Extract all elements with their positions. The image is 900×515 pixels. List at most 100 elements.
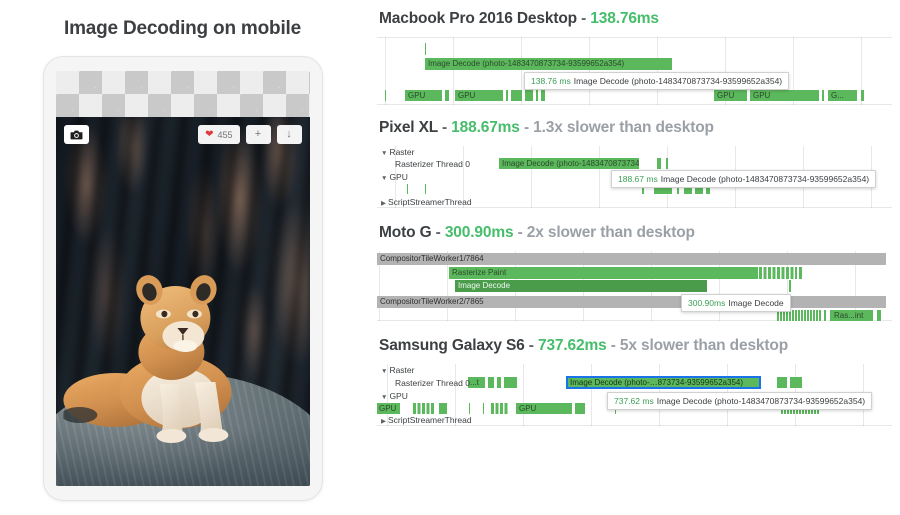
timeline-pixel-xl[interactable]: ▼ Raster Rasterizer Thread 0 ▼ GPU ▶ Script… bbox=[377, 146, 892, 208]
track-header-compositortileworker2[interactable]: CompositorTileWorker2/7865 bbox=[377, 296, 886, 308]
tooltip-text: Image Decode (photo-1483470873734-935996… bbox=[656, 395, 866, 406]
bar-image-decode[interactable]: Image Decode (photo-1483470873734-935996… bbox=[425, 58, 673, 70]
gpu-bar-segments[interactable] bbox=[491, 403, 509, 414]
gpu-bar[interactable] bbox=[506, 90, 509, 101]
bar-segment[interactable] bbox=[657, 158, 662, 169]
add-to-collection-button[interactable]: + bbox=[245, 125, 271, 144]
tooltip-moto-g: 300.90ms Image Decode bbox=[681, 294, 791, 312]
transparency-checkerboard bbox=[55, 71, 310, 117]
track-name: Rasterizer Thread 0 bbox=[395, 159, 470, 169]
track-label-scriptstreamerthread[interactable]: ▶ ScriptStreamerThread bbox=[381, 416, 472, 426]
gpu-bar[interactable] bbox=[861, 90, 865, 101]
gpu-tick bbox=[385, 90, 386, 101]
bar-image-decode-selected[interactable]: Image Decode (photo-…873734-93599652a354… bbox=[566, 376, 761, 389]
bar-rasterize-paint-truncated[interactable]: Ras...int bbox=[830, 310, 874, 321]
gpu-tick bbox=[483, 403, 484, 414]
section-title-macbook: Macbook Pro 2016 Desktop - 138.76ms bbox=[379, 10, 892, 28]
bar-image-decode[interactable]: Image Decode bbox=[455, 280, 708, 292]
bar-segment[interactable] bbox=[488, 377, 495, 388]
bar-segment[interactable] bbox=[877, 310, 882, 321]
track-label-scriptstreamerthread[interactable]: ▶ ScriptStreamerThread bbox=[381, 198, 472, 208]
chevron-down-icon: ▼ bbox=[381, 394, 388, 401]
like-count: 455 bbox=[217, 129, 233, 140]
device-name: Moto G bbox=[379, 224, 432, 241]
phone-screen: ❤ 455 + ↓ bbox=[55, 71, 310, 486]
gpu-bar[interactable]: GPU bbox=[516, 403, 573, 414]
gpu-bar[interactable]: G... bbox=[828, 90, 858, 101]
gpu-tick bbox=[407, 184, 408, 194]
gpu-bar[interactable] bbox=[445, 90, 450, 101]
bar-segment[interactable] bbox=[777, 377, 788, 388]
gpu-bar[interactable] bbox=[822, 90, 825, 101]
track-label-rasterizer-thread-0[interactable]: Rasterizer Thread 0 bbox=[395, 160, 470, 169]
tooltip-duration: 138.76 ms bbox=[531, 75, 571, 86]
tooltip-duration: 737.62 ms bbox=[614, 395, 654, 406]
track-name: ScriptStreamerThread bbox=[388, 415, 472, 425]
gpu-bar[interactable] bbox=[536, 90, 539, 101]
photo-lion-figure bbox=[56, 242, 310, 452]
bar-segment[interactable] bbox=[789, 280, 792, 292]
track-name: Raster bbox=[389, 365, 415, 375]
bar-rasterize-paint[interactable]: Rasterize Paint bbox=[449, 267, 759, 279]
bar-segment[interactable] bbox=[790, 377, 803, 388]
page-root: Image Decoding on mobile ❤ 455 + ↓ Macbo… bbox=[0, 0, 900, 515]
like-button[interactable]: ❤ 455 bbox=[198, 125, 240, 144]
device-name: Pixel XL bbox=[379, 119, 438, 136]
title-dash: - bbox=[431, 224, 445, 241]
bar-segment-truncated[interactable]: ...t bbox=[468, 377, 486, 388]
gpu-bar[interactable] bbox=[525, 90, 534, 101]
gpu-bar[interactable]: GPU bbox=[714, 90, 748, 101]
duration-value: 188.67ms bbox=[451, 119, 520, 136]
track-header-compositortileworker1[interactable]: CompositorTileWorker1/7864 bbox=[377, 253, 886, 265]
section-macbook: Macbook Pro 2016 Desktop - 138.76ms Imag… bbox=[377, 10, 892, 105]
track-name: Raster bbox=[389, 147, 415, 157]
plus-icon: + bbox=[254, 128, 262, 140]
chevron-down-icon: ▼ bbox=[381, 368, 388, 375]
chevron-right-icon: ▶ bbox=[381, 418, 386, 425]
gpu-bar[interactable]: GPU bbox=[405, 90, 443, 101]
camera-button[interactable] bbox=[63, 125, 89, 144]
gpu-tick bbox=[425, 184, 426, 194]
gpu-tick bbox=[469, 403, 470, 414]
download-button[interactable]: ↓ bbox=[276, 125, 302, 144]
section-title-pixel-xl: Pixel XL - 188.67ms - 1.3x slower than d… bbox=[379, 119, 892, 137]
bar-segment[interactable] bbox=[824, 310, 827, 321]
photo-overlay-controls: ❤ 455 + ↓ bbox=[63, 125, 302, 144]
track-label-gpu[interactable]: ▼ GPU bbox=[381, 173, 408, 183]
gpu-bar[interactable]: GPU bbox=[455, 90, 504, 101]
bar-segment[interactable] bbox=[504, 377, 518, 388]
gpu-bar[interactable] bbox=[541, 90, 546, 101]
comparison-text: - 1.3x slower than desktop bbox=[519, 119, 714, 136]
gpu-bar[interactable]: GPU bbox=[377, 403, 401, 414]
track-label-raster[interactable]: ▼ Raster bbox=[381, 366, 414, 376]
timeline-bottom-rule bbox=[377, 104, 892, 105]
track-label-raster[interactable]: ▼ Raster bbox=[381, 148, 414, 158]
gpu-bar[interactable]: GPU bbox=[750, 90, 820, 101]
section-pixel-xl: Pixel XL - 188.67ms - 1.3x slower than d… bbox=[377, 119, 892, 208]
timeline-samsung[interactable]: ▼ Raster Rasterizer Thread 0 ▼ GPU ▶ Script… bbox=[377, 364, 892, 426]
timeline-macbook[interactable]: Image Decode (photo-1483470873734-935996… bbox=[377, 37, 892, 105]
bar-segment[interactable] bbox=[497, 377, 502, 388]
gpu-bar[interactable] bbox=[511, 90, 523, 101]
track-name: Rasterizer Thread 0 bbox=[395, 378, 470, 388]
duration-value: 737.62ms bbox=[537, 337, 607, 354]
gpu-bar-segments[interactable] bbox=[413, 403, 435, 414]
bar-raster-segments[interactable] bbox=[777, 310, 821, 321]
bar-segment[interactable] bbox=[666, 158, 669, 169]
bar-segment[interactable] bbox=[799, 267, 803, 279]
bar-image-decode[interactable]: Image Decode (photo-1483470873734-935996… bbox=[499, 158, 640, 169]
gpu-bar[interactable] bbox=[439, 403, 448, 414]
phone-mockup: ❤ 455 + ↓ bbox=[42, 56, 323, 501]
track-name: GPU bbox=[389, 391, 408, 401]
section-samsung-galaxy-s6: Samsung Galaxy S6 - 737.62ms - 5x slower… bbox=[377, 337, 892, 426]
bar-rasterize-paint-segments[interactable] bbox=[759, 267, 797, 279]
chevron-down-icon: ▼ bbox=[381, 150, 388, 157]
tooltip-text: Image Decode (photo-1483470873734-935996… bbox=[660, 173, 870, 184]
timeline-moto-g[interactable]: CompositorTileWorker1/7864 Rasterize Pai… bbox=[377, 251, 892, 321]
title-dash: - bbox=[437, 119, 452, 136]
track-label-gpu[interactable]: ▼ GPU bbox=[381, 392, 408, 402]
page-title: Image Decoding on mobile bbox=[64, 18, 301, 39]
track-label-rasterizer-thread-0[interactable]: Rasterizer Thread 0 bbox=[395, 379, 470, 388]
title-dash: - bbox=[524, 337, 538, 354]
gpu-bar[interactable] bbox=[575, 403, 586, 414]
